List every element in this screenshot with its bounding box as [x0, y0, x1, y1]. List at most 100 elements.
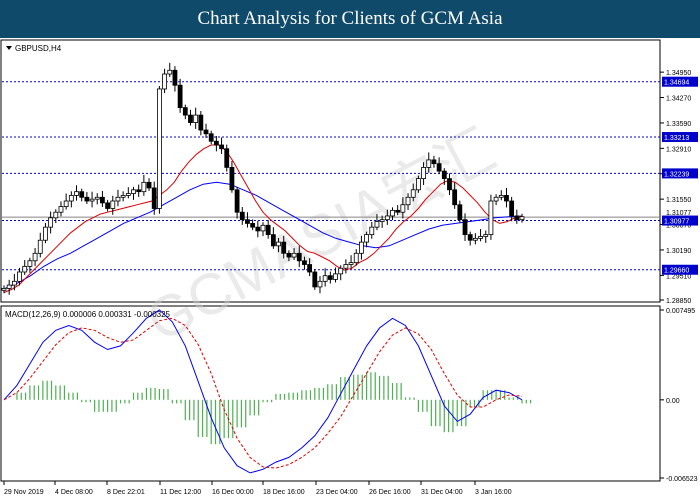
- macd-axis: 0.007495 0.00 -0.006523: [660, 308, 698, 483]
- candle-body: [37, 239, 43, 254]
- candle-body: [270, 234, 276, 247]
- price-tick-label: 1.31550: [666, 197, 691, 204]
- candle-body: [156, 88, 162, 209]
- candle-body: [472, 237, 478, 241]
- candle-body: [229, 166, 235, 191]
- candle-body: [488, 200, 494, 236]
- x-tick-label: 23 Dec 04:00: [316, 489, 358, 496]
- x-axis: 29 Nov 2019 4 Dec 08:00 8 Dec 22:01 11 Dec …: [3, 481, 512, 496]
- candle-body: [250, 223, 256, 228]
- candle-body: [131, 189, 136, 194]
- candle-body: [364, 234, 370, 243]
- candle-body: [208, 133, 214, 142]
- price-tick-label: 1.33590: [666, 121, 691, 128]
- candle-body: [405, 196, 411, 206]
- candle-body: [338, 267, 344, 275]
- candle-body: [312, 271, 318, 288]
- candle-body: [348, 262, 354, 265]
- price-tick-label: 1.34950: [666, 70, 691, 77]
- candle-body: [94, 196, 100, 200]
- candle-body: [58, 206, 64, 213]
- candle-body: [452, 189, 458, 206]
- candle-body: [286, 252, 292, 258]
- candle-body: [296, 252, 302, 262]
- candle-body: [167, 69, 173, 75]
- candle-body: [327, 275, 333, 280]
- candle-body: [177, 84, 183, 109]
- x-tick-label: 11 Dec 12:00: [160, 489, 201, 496]
- chart-area: GCMASIA宏汇 1.349501.342701.335901.329101.…: [0, 39, 698, 496]
- candle-body: [245, 219, 250, 224]
- candle-body: [219, 144, 224, 150]
- candle-body: [260, 224, 266, 232]
- candle-body: [6, 284, 12, 289]
- candle-body: [291, 252, 297, 258]
- price-tick-label: 1.30190: [666, 248, 691, 255]
- candle-body: [374, 221, 380, 228]
- candle-body: [384, 215, 390, 221]
- candle-body: [11, 280, 17, 286]
- candle-body: [359, 241, 364, 254]
- candle-body: [333, 273, 338, 280]
- candle-body: [467, 234, 473, 241]
- candle-body: [53, 211, 59, 219]
- x-tick-label: 4 Dec 08:00: [55, 489, 93, 496]
- price-tick-label: 1.28850: [666, 298, 691, 305]
- candle-body: [519, 216, 525, 221]
- candle-body: [120, 195, 126, 198]
- level-label: 1.29660: [664, 268, 689, 275]
- level-label: 1.30977: [664, 219, 689, 226]
- macd-tick-label: 0.007495: [666, 308, 695, 315]
- candle-body: [193, 114, 199, 123]
- candle-body: [182, 107, 188, 116]
- candle-body: [353, 252, 359, 264]
- candle-body: [281, 241, 287, 254]
- x-tick-label: 3 Jan 16:00: [475, 489, 512, 496]
- candle-body: [369, 226, 375, 236]
- candle-body: [125, 193, 131, 196]
- candle-body: [317, 280, 323, 288]
- candle-body: [421, 166, 426, 180]
- candle-body: [203, 129, 209, 135]
- level-label: 1.33213: [664, 135, 689, 142]
- candle-body: [462, 219, 468, 236]
- candle-body: [457, 204, 463, 221]
- candle-body: [322, 275, 328, 282]
- candle-body: [17, 271, 22, 282]
- candle-body: [43, 226, 48, 241]
- candle-body: [498, 195, 504, 198]
- macd-label: MACD(12,26,9) 0.000006 0.000331 -0.00032…: [5, 310, 171, 319]
- candle-body: [110, 200, 116, 209]
- price-tick-label: 1.34270: [666, 96, 691, 103]
- candle-body: [27, 260, 33, 267]
- candle-body: [276, 241, 281, 247]
- candle-body: [32, 252, 38, 262]
- candle-body: [379, 219, 385, 222]
- candle-body: [426, 159, 432, 168]
- candle-body: [255, 226, 261, 232]
- candle-body: [213, 140, 219, 146]
- candle-body: [172, 69, 178, 86]
- candle-body: [224, 148, 230, 168]
- candle-body: [162, 73, 167, 90]
- candle-body: [343, 264, 349, 269]
- candle-body: [198, 114, 204, 131]
- candle-body: [105, 202, 110, 209]
- macd-tick-label: -0.006523: [666, 476, 698, 483]
- candle-body: [410, 189, 416, 198]
- candle-body: [436, 163, 442, 172]
- candle-body: [302, 260, 307, 265]
- price-tick-label: 1.32910: [666, 146, 691, 153]
- candle-body: [22, 265, 28, 273]
- candle-body: [239, 211, 245, 221]
- level-label: 1.34694: [664, 80, 689, 87]
- symbol-label: GBPUSD,H4: [15, 44, 62, 53]
- x-tick-label: 31 Dec 04:00: [421, 489, 463, 496]
- x-tick-label: 29 Nov 2019: [4, 489, 44, 496]
- macd-panel: [0, 305, 661, 482]
- candle-body: [115, 196, 121, 202]
- candle-body: [509, 200, 515, 217]
- x-tick-label: 18 Dec 16:00: [263, 489, 305, 496]
- candle-body: [141, 181, 147, 193]
- candle-body: [136, 189, 142, 193]
